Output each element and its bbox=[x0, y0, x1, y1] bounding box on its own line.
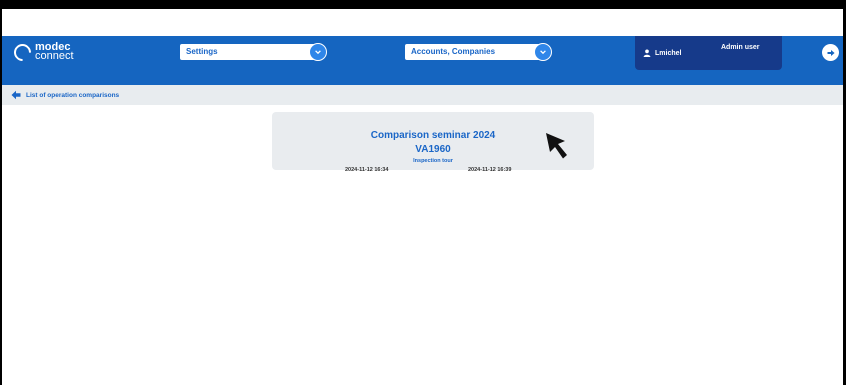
app-logo[interactable]: modec connect bbox=[10, 39, 74, 65]
user-role: Admin user bbox=[721, 44, 760, 51]
accounts-select-value: Accounts, Companies bbox=[411, 47, 496, 56]
arrow-left-icon bbox=[11, 90, 21, 100]
end-date: 2024-11-12 16:39 bbox=[468, 167, 512, 173]
settings-select-value: Settings bbox=[186, 47, 218, 56]
back-link-label: List of operation comparisons bbox=[26, 91, 120, 99]
logout-button[interactable] bbox=[822, 44, 839, 61]
chevron-down-icon[interactable] bbox=[534, 43, 552, 61]
logo-icon bbox=[10, 39, 35, 65]
user-icon bbox=[643, 44, 651, 62]
back-to-list-link[interactable]: List of operation comparisons bbox=[11, 90, 119, 100]
user-menu[interactable]: Lmichel bbox=[643, 44, 681, 62]
logout-icon bbox=[827, 49, 835, 56]
chevron-down-icon[interactable] bbox=[309, 43, 327, 61]
mouse-cursor bbox=[546, 133, 567, 159]
top-navigation-bar: modec connect Settings Accounts, Compani… bbox=[2, 36, 843, 85]
logo-text: modec connect bbox=[35, 42, 74, 62]
screen-frame: modec connect Settings Accounts, Compani… bbox=[0, 0, 846, 385]
logo-line-2: connect bbox=[35, 50, 74, 62]
breadcrumb-bar: List of operation comparisons bbox=[2, 85, 843, 105]
settings-select[interactable]: Settings bbox=[180, 43, 327, 61]
user-name: Lmichel bbox=[655, 49, 682, 57]
accounts-companies-select[interactable]: Accounts, Companies bbox=[405, 43, 552, 61]
user-panel: Lmichel Admin user bbox=[635, 36, 782, 70]
start-date: 2024-11-12 16:34 bbox=[345, 167, 389, 173]
